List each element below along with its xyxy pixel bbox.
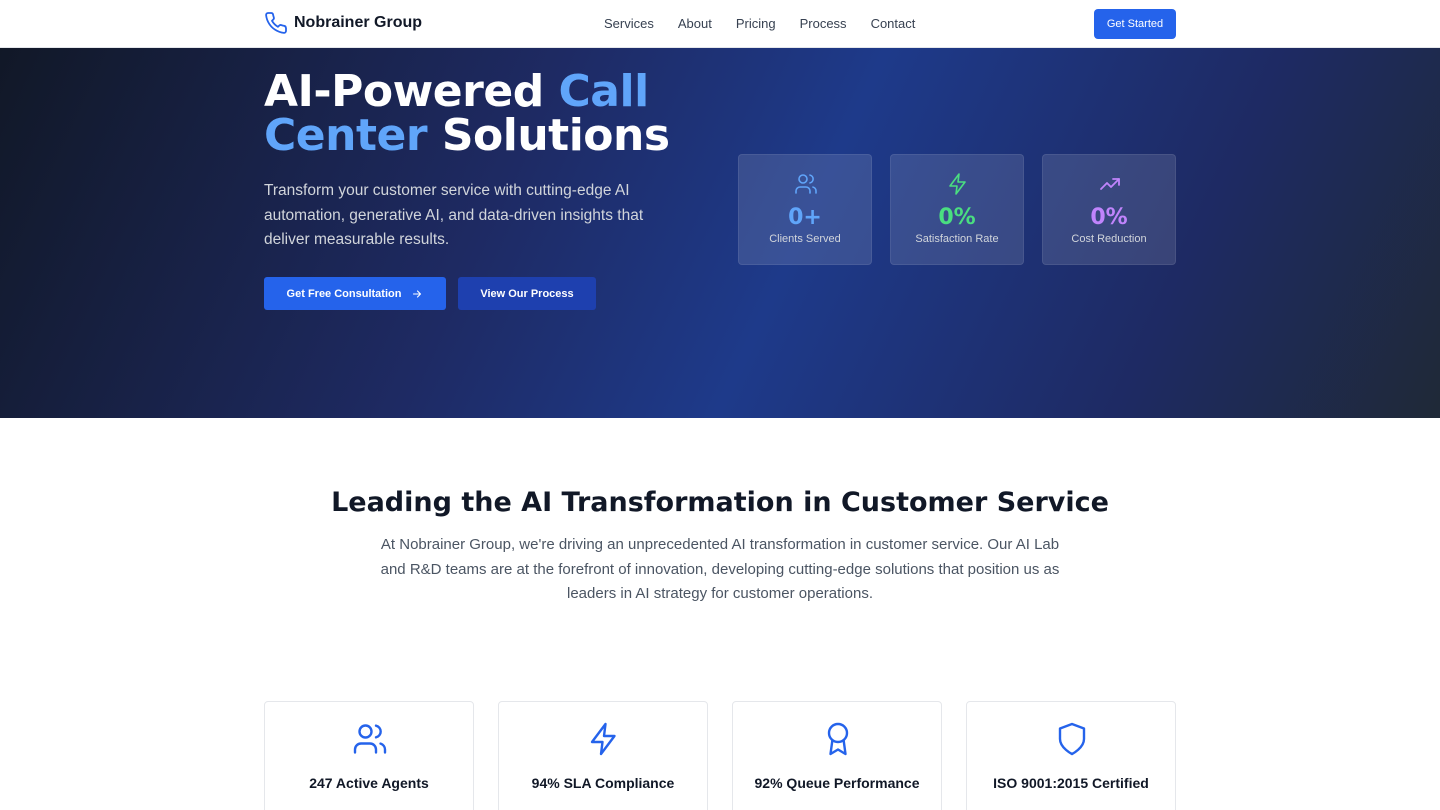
trending-up-icon [1100,178,1120,190]
nav-link-services[interactable]: Services [604,16,654,31]
stat-card-clients: 0+ Clients Served [738,154,872,265]
brand-logo[interactable]: Nobrainer Group [264,11,422,35]
stat-value-satisfaction: 0% [938,205,976,230]
lightning-icon [590,722,616,756]
feature-label-sla: 94% SLA Compliance [531,775,675,791]
feature-label-agents: 247 Active Agents [309,775,429,791]
stat-label-clients: Clients Served [769,233,841,245]
users-icon [353,724,387,754]
nav-link-contact[interactable]: Contact [871,16,916,31]
feature-card-iso: ISO 9001:2015 Certified [966,701,1176,810]
shield-icon [1058,722,1086,756]
stat-card-cost: 0% Cost Reduction [1042,154,1176,265]
hero-description: Transform your customer service with cut… [264,182,644,248]
arrow-right-icon [413,289,422,298]
section-description: At Nobrainer Group, we're driving an unp… [380,536,1060,602]
stat-value-clients: 0+ [788,205,822,230]
feature-label-iso: ISO 9001:2015 Certified [993,775,1149,791]
feature-card-queue: 92% Queue Performance [732,701,942,810]
get-started-button[interactable]: Get Started [1094,9,1176,39]
hero-title: AI-Powered Call Center Solutions [264,70,724,158]
hero-title-part2: Solutions [427,110,670,161]
top-navigation: Nobrainer Group Services About Pricing P… [0,0,1440,48]
section-title: Leading the AI Transformation in Custome… [331,487,1109,518]
brand-name: Nobrainer Group [294,14,423,31]
users-icon [795,174,817,194]
feature-label-queue: 92% Queue Performance [754,775,920,791]
free-consultation-label: Get Free Consultation [286,287,402,300]
free-consultation-button[interactable]: Get Free Consultation [264,277,446,310]
view-process-button[interactable]: View Our Process [458,277,596,310]
nav-link-process[interactable]: Process [800,16,847,31]
stat-value-cost: 0% [1090,205,1128,230]
nav-links: Services About Pricing Process Contact [604,16,915,31]
stat-label-cost: Cost Reduction [1071,233,1147,245]
hero-section: AI-Powered Call Center Solutions Transfo… [0,48,1440,418]
feature-card-agents: 247 Active Agents [264,701,474,810]
stat-label-satisfaction: Satisfaction Rate [915,233,999,245]
stat-card-satisfaction: 0% Satisfaction Rate [890,154,1024,265]
phone-icon [265,12,287,34]
award-icon [827,722,849,756]
nav-link-about[interactable]: About [678,16,712,31]
nav-link-pricing[interactable]: Pricing [736,16,776,31]
lightning-icon [949,173,966,195]
feature-card-sla: 94% SLA Compliance [498,701,708,810]
